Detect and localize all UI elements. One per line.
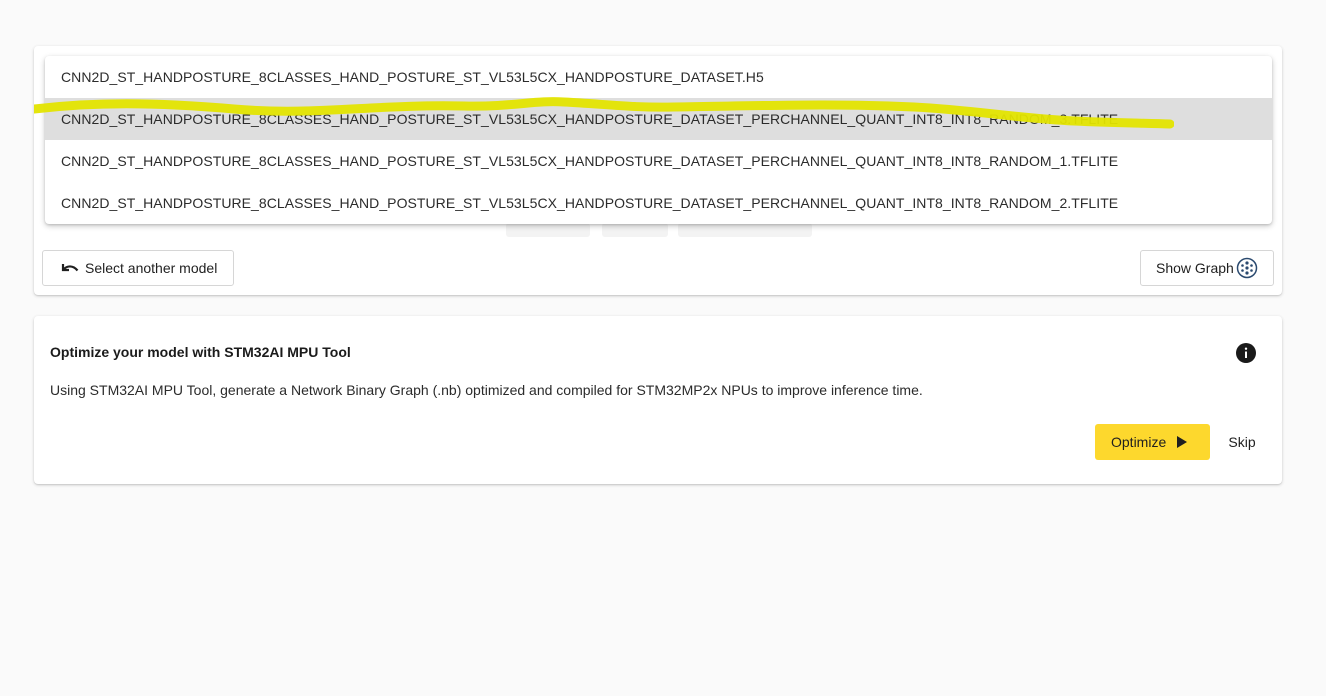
model-option[interactable]: CNN2D_ST_HANDPOSTURE_8CLASSES_HAND_POSTU… [45,140,1272,182]
optimize-card: Optimize your model with STM32AI MPU Too… [34,316,1282,484]
show-graph-label: Show Graph [1156,260,1234,276]
model-option[interactable]: CNN2D_ST_HANDPOSTURE_8CLASSES_HAND_POSTU… [45,182,1272,224]
graph-network-icon [1236,257,1258,279]
play-icon [1176,435,1188,449]
model-option[interactable]: CNN2D_ST_HANDPOSTURE_8CLASSES_HAND_POSTU… [45,56,1272,98]
hidden-content-hint [602,223,668,237]
undo-arrow-icon [59,261,79,275]
model-option-selected[interactable]: CNN2D_ST_HANDPOSTURE_8CLASSES_HAND_POSTU… [45,98,1272,140]
hidden-content-hint [506,223,590,237]
info-icon[interactable] [1236,343,1256,363]
skip-button[interactable]: Skip [1220,424,1264,460]
select-another-model-label: Select another model [85,260,218,276]
model-dropdown-list: CNN2D_ST_HANDPOSTURE_8CLASSES_HAND_POSTU… [45,56,1272,224]
optimize-title: Optimize your model with STM32AI MPU Too… [50,344,351,360]
optimize-label: Optimize [1111,434,1167,450]
show-graph-button[interactable]: Show Graph [1140,250,1274,286]
select-another-model-button[interactable]: Select another model [42,250,234,286]
optimize-button[interactable]: Optimize [1095,424,1210,460]
optimize-description: Using STM32AI MPU Tool, generate a Netwo… [50,382,923,398]
hidden-content-hint [678,223,812,237]
